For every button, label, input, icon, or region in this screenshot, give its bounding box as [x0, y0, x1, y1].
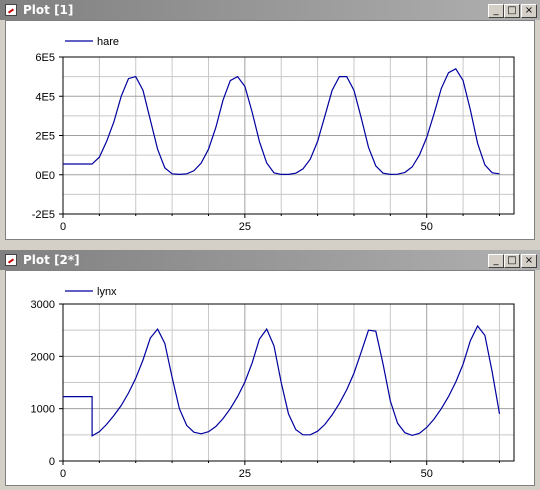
- legend-label: lynx: [97, 286, 117, 298]
- x-tick-label: 25: [239, 221, 251, 233]
- plot-app-icon[interactable]: [5, 254, 17, 266]
- plot-chart[interactable]: 0 25 50 0 1000 2000 3000 lynx: [6, 271, 534, 485]
- plot-app-icon[interactable]: [5, 4, 17, 16]
- window-title: Plot [2*]: [23, 253, 80, 267]
- plot-area[interactable]: 0 25 50 0 1000 2000 3000 lynx: [5, 270, 535, 486]
- x-tick-label: 0: [60, 221, 66, 233]
- close-button[interactable]: ×: [521, 4, 537, 18]
- minimize-button[interactable]: _: [488, 4, 504, 18]
- y-tick-label: 4E5: [35, 91, 55, 103]
- plot-area[interactable]: 0 25 50 -2E5 0E0 2E5 4E5 6E5 hare: [5, 20, 535, 240]
- x-tick-label: 25: [239, 468, 251, 480]
- y-tick-label: 1000: [31, 404, 55, 416]
- y-tick-label: 2E5: [35, 131, 55, 143]
- y-tick-label: -2E5: [32, 209, 55, 221]
- y-tick-label: 2000: [31, 351, 55, 363]
- close-button[interactable]: ×: [521, 254, 537, 268]
- legend-label: hare: [97, 36, 119, 48]
- minimize-button[interactable]: _: [488, 254, 504, 268]
- y-tick-label: 6E5: [35, 52, 55, 64]
- plot-chart[interactable]: 0 25 50 -2E5 0E0 2E5 4E5 6E5 hare: [6, 21, 534, 239]
- y-tick-label: 0: [49, 456, 55, 468]
- y-tick-label: 0E0: [35, 170, 55, 182]
- x-tick-label: 50: [421, 468, 433, 480]
- x-tick-label: 0: [60, 468, 66, 480]
- maximize-button[interactable]: □: [504, 4, 520, 18]
- plot-window-1: Plot [1] _ □ × 0 25 50 -2E5 0E0 2E5 4E5 6E5 hare: [0, 0, 540, 244]
- title-bar[interactable]: Plot [2*] _ □ ×: [0, 250, 540, 270]
- y-tick-label: 3000: [31, 299, 55, 311]
- title-bar[interactable]: Plot [1] _ □ ×: [0, 0, 540, 20]
- maximize-button[interactable]: □: [504, 254, 520, 268]
- plot-window-2: Plot [2*] _ □ × 0 25 50 0 1000 2000 3000 lynx: [0, 250, 540, 488]
- x-tick-label: 50: [421, 221, 433, 233]
- window-title: Plot [1]: [23, 3, 74, 17]
